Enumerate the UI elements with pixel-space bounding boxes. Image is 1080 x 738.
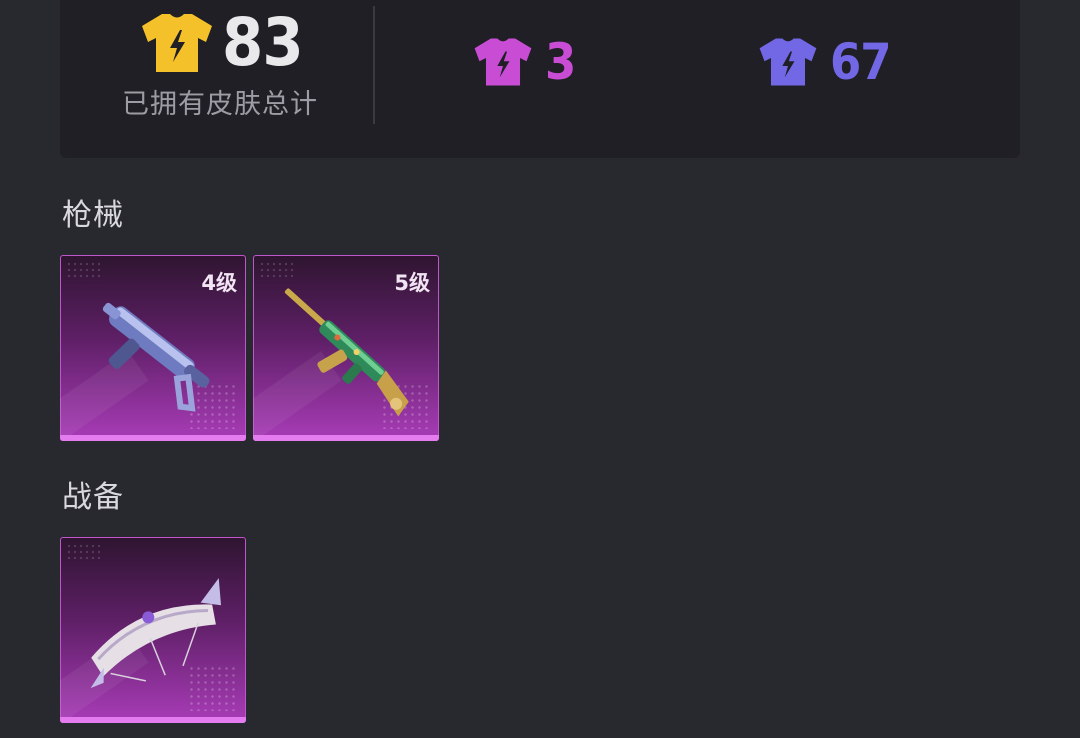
skin-card-parachute[interactable]	[60, 537, 246, 723]
violet-shirt-icon	[759, 38, 817, 86]
skin-stats-panel: 83 已拥有皮肤总计 3 67	[60, 0, 1020, 158]
violet-skins-count: 67	[830, 33, 892, 91]
total-skins-label: 已拥有皮肤总计	[122, 89, 318, 120]
violet-skins-stat: 67	[758, 33, 892, 91]
purple-skins-stat: 3	[473, 33, 576, 91]
skin-card-rifle[interactable]: 5级	[253, 255, 439, 441]
parachute-skin-icon	[90, 578, 222, 689]
total-skins-stat: 83	[140, 4, 304, 81]
total-skins-count: 83	[222, 4, 304, 81]
section-title-firearms: 枪械	[62, 198, 124, 233]
gold-shirt-icon	[142, 14, 212, 72]
skin-card-smg[interactable]: 4级	[60, 255, 246, 441]
section-title-equipment: 战备	[62, 480, 124, 515]
purple-skins-count: 3	[545, 33, 576, 91]
skin-level-badge: 5级	[394, 271, 430, 295]
skin-level-badge: 4级	[201, 271, 237, 295]
stats-divider	[373, 6, 375, 124]
purple-shirt-icon	[474, 38, 532, 86]
